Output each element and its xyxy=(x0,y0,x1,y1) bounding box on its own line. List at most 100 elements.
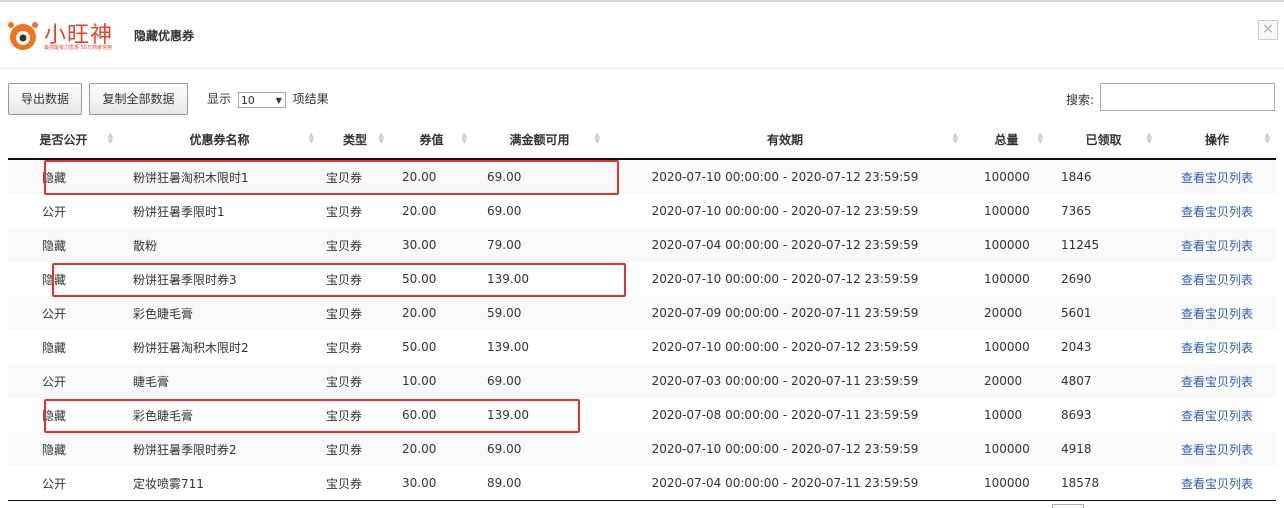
cell-type: 宝贝券 xyxy=(320,364,390,398)
view-items-link[interactable]: 查看宝贝列表 xyxy=(1158,194,1276,228)
cell-claimed: 5601 xyxy=(1049,296,1158,330)
cell-period: 2020-07-04 00:00:00 - 2020-07-11 23:59:5… xyxy=(606,466,964,501)
table-row: 隐藏 散粉 宝贝券 30.00 79.00 2020-07-04 00:00:00 - 2… xyxy=(8,228,1276,262)
cell-value: 30.00 xyxy=(390,228,473,262)
cell-type: 宝贝券 xyxy=(320,432,390,466)
column-header-label: 券值 xyxy=(419,133,444,147)
cell-value: 10.00 xyxy=(390,364,473,398)
cell-claimed: 11245 xyxy=(1049,228,1158,262)
cell-public: 公开 xyxy=(42,204,67,219)
cell-type: 宝贝券 xyxy=(320,296,390,330)
show-prefix: 显示 xyxy=(207,92,232,106)
table-row: 隐藏 粉饼狂暑淘积木限时2 宝贝券 50.00 139.00 2020-07-10 00:… xyxy=(8,330,1276,364)
cell-period: 2020-07-10 00:00:00 - 2020-07-12 23:59:5… xyxy=(651,340,919,354)
table-row: 隐藏 粉饼狂暑季限时券3 宝贝券 50.00 139.00 2020-07-10 00:0… xyxy=(8,262,1276,296)
column-header[interactable]: 券值 ▲ ▼ xyxy=(390,121,473,160)
dialog-header: 小旺神 最前最有力优惠·50万商家信用 隐藏优惠券 × xyxy=(0,2,1284,69)
view-items-link[interactable]: 查看宝贝列表 xyxy=(1158,432,1276,466)
cell-value: 50.00 xyxy=(402,272,437,286)
view-items-link[interactable]: 查看宝贝列表 xyxy=(1158,262,1276,296)
cell-claimed: 7365 xyxy=(1061,204,1092,218)
cell-claimed: 18578 xyxy=(1049,466,1158,501)
table-row: 公开 定妆喷雾711 宝贝券 30.00 89.00 2020-07-04 00:00:0… xyxy=(8,466,1276,501)
cell-min: 79.00 xyxy=(473,228,606,262)
column-header[interactable]: 有效期 ▲ ▼ xyxy=(606,121,964,160)
cell-min: 139.00 xyxy=(487,408,529,422)
sort-icon[interactable]: ▲ ▼ xyxy=(379,132,384,145)
page-size-value: 10 xyxy=(240,93,255,107)
column-header[interactable]: 是否公开 ▲ ▼ xyxy=(8,121,119,160)
cell-period: 2020-07-08 00:00:00 - 2020-07-11 23:59:5… xyxy=(651,408,919,422)
column-header[interactable]: 满金额可用 ▲ ▼ xyxy=(473,121,606,160)
cell-claimed: 4918 xyxy=(1049,432,1158,466)
cell-name: 粉饼狂暑淘积木限时1 xyxy=(119,159,320,194)
view-items-link[interactable]: 查看宝贝列表 xyxy=(1158,466,1276,501)
column-header[interactable]: 已领取 ▲ ▼ xyxy=(1049,121,1158,160)
column-header-label: 操作 xyxy=(1204,133,1229,147)
cell-public: 隐藏 xyxy=(8,228,119,262)
cell-period: 2020-07-10 00:00:00 - 2020-07-12 23:59:5… xyxy=(606,432,964,466)
sort-icon[interactable]: ▲ ▼ xyxy=(1038,132,1043,145)
column-header[interactable]: 优惠券名称 ▲ ▼ xyxy=(119,121,320,160)
view-items-link[interactable]: 查看宝贝列表 xyxy=(1158,159,1276,194)
cell-min: 59.00 xyxy=(473,296,606,330)
search-input[interactable] xyxy=(1100,83,1275,111)
column-header-label: 优惠券名称 xyxy=(189,133,250,147)
cell-name: 粉饼狂暑淘积木限时2 xyxy=(133,340,249,355)
view-items-link[interactable]: 查看宝贝列表 xyxy=(1158,364,1276,398)
column-header[interactable]: 总量 ▲ ▼ xyxy=(964,121,1049,160)
logo: 小旺神 最前最有力优惠·50万商家信用 xyxy=(6,16,130,56)
sort-icon[interactable]: ▲ ▼ xyxy=(1265,132,1270,145)
view-items-link[interactable]: 查看宝贝列表 xyxy=(1158,330,1276,364)
sort-icon[interactable]: ▲ ▼ xyxy=(595,132,600,145)
cell-total: 100000 xyxy=(984,204,1030,218)
column-header[interactable]: 操作 ▲ ▼ xyxy=(1158,121,1276,160)
dropdown-arrow-icon: ▼ xyxy=(275,95,282,105)
cell-public: 隐藏 xyxy=(42,340,67,355)
view-items-link[interactable]: 查看宝贝列表 xyxy=(1158,398,1276,432)
table-row: 隐藏 粉饼狂暑季限时券2 宝贝券 20.00 69.00 2020-07-10 00:00… xyxy=(8,432,1276,466)
cell-name: 粉饼狂暑季限时券2 xyxy=(119,432,320,466)
cell-total: 20000 xyxy=(964,296,1049,330)
sort-icon[interactable]: ▲ ▼ xyxy=(309,132,314,145)
table-row: 隐藏 粉饼狂暑淘积木限时1 宝贝券 20.00 69.00 2020-07-10 00:0… xyxy=(8,159,1276,194)
column-header[interactable]: 类型 ▲ ▼ xyxy=(320,121,390,160)
cell-type: 宝贝券 xyxy=(326,340,363,355)
pagination-stub xyxy=(1052,504,1084,508)
column-header-label: 有效期 xyxy=(766,133,803,147)
cell-claimed: 2043 xyxy=(1061,340,1092,354)
sort-icon[interactable]: ▲ ▼ xyxy=(108,132,113,145)
copy-all-data-button[interactable]: 复制全部数据 xyxy=(89,83,188,115)
cell-public: 隐藏 xyxy=(8,159,119,194)
column-header-label: 是否公开 xyxy=(39,133,88,147)
table-body: 隐藏 粉饼狂暑淘积木限时1 宝贝券 20.00 69.00 2020-07-10 00:0… xyxy=(8,159,1276,501)
export-data-button[interactable]: 导出数据 xyxy=(8,83,82,115)
cell-total: 100000 xyxy=(964,159,1049,194)
sort-icon[interactable]: ▲ ▼ xyxy=(1147,132,1152,145)
cell-min: 69.00 xyxy=(473,364,606,398)
sort-icon[interactable]: ▲ ▼ xyxy=(462,132,467,145)
cell-public: 隐藏 xyxy=(42,272,67,287)
close-icon: × xyxy=(1262,21,1274,37)
sort-icon[interactable]: ▲ ▼ xyxy=(953,132,958,145)
cell-name: 粉饼狂暑季限时1 xyxy=(133,204,225,219)
view-items-link[interactable]: 查看宝贝列表 xyxy=(1158,296,1276,330)
cell-type: 宝贝券 xyxy=(320,466,390,501)
close-button[interactable]: × xyxy=(1258,20,1278,40)
view-items-link[interactable]: 查看宝贝列表 xyxy=(1158,228,1276,262)
cell-type: 宝贝券 xyxy=(326,408,363,423)
table-row: 公开 彩色睫毛膏 宝贝券 20.00 59.00 2020-07-09 00:00:00 … xyxy=(8,296,1276,330)
cell-total: 20000 xyxy=(964,364,1049,398)
cell-name: 散粉 xyxy=(119,228,320,262)
cell-min: 69.00 xyxy=(473,159,606,194)
cell-value: 50.00 xyxy=(402,340,437,354)
dialog-title: 隐藏优惠券 xyxy=(134,29,195,43)
cell-type: 宝贝券 xyxy=(326,272,363,287)
cell-claimed: 4807 xyxy=(1049,364,1158,398)
cell-period: 2020-07-03 00:00:00 - 2020-07-11 23:59:5… xyxy=(606,364,964,398)
page-size-select[interactable]: 10 ▼ xyxy=(237,91,286,108)
cell-type: 宝贝券 xyxy=(326,204,363,219)
cell-claimed: 8693 xyxy=(1061,408,1092,422)
cell-period: 2020-07-09 00:00:00 - 2020-07-11 23:59:5… xyxy=(606,296,964,330)
cell-value: 20.00 xyxy=(390,296,473,330)
